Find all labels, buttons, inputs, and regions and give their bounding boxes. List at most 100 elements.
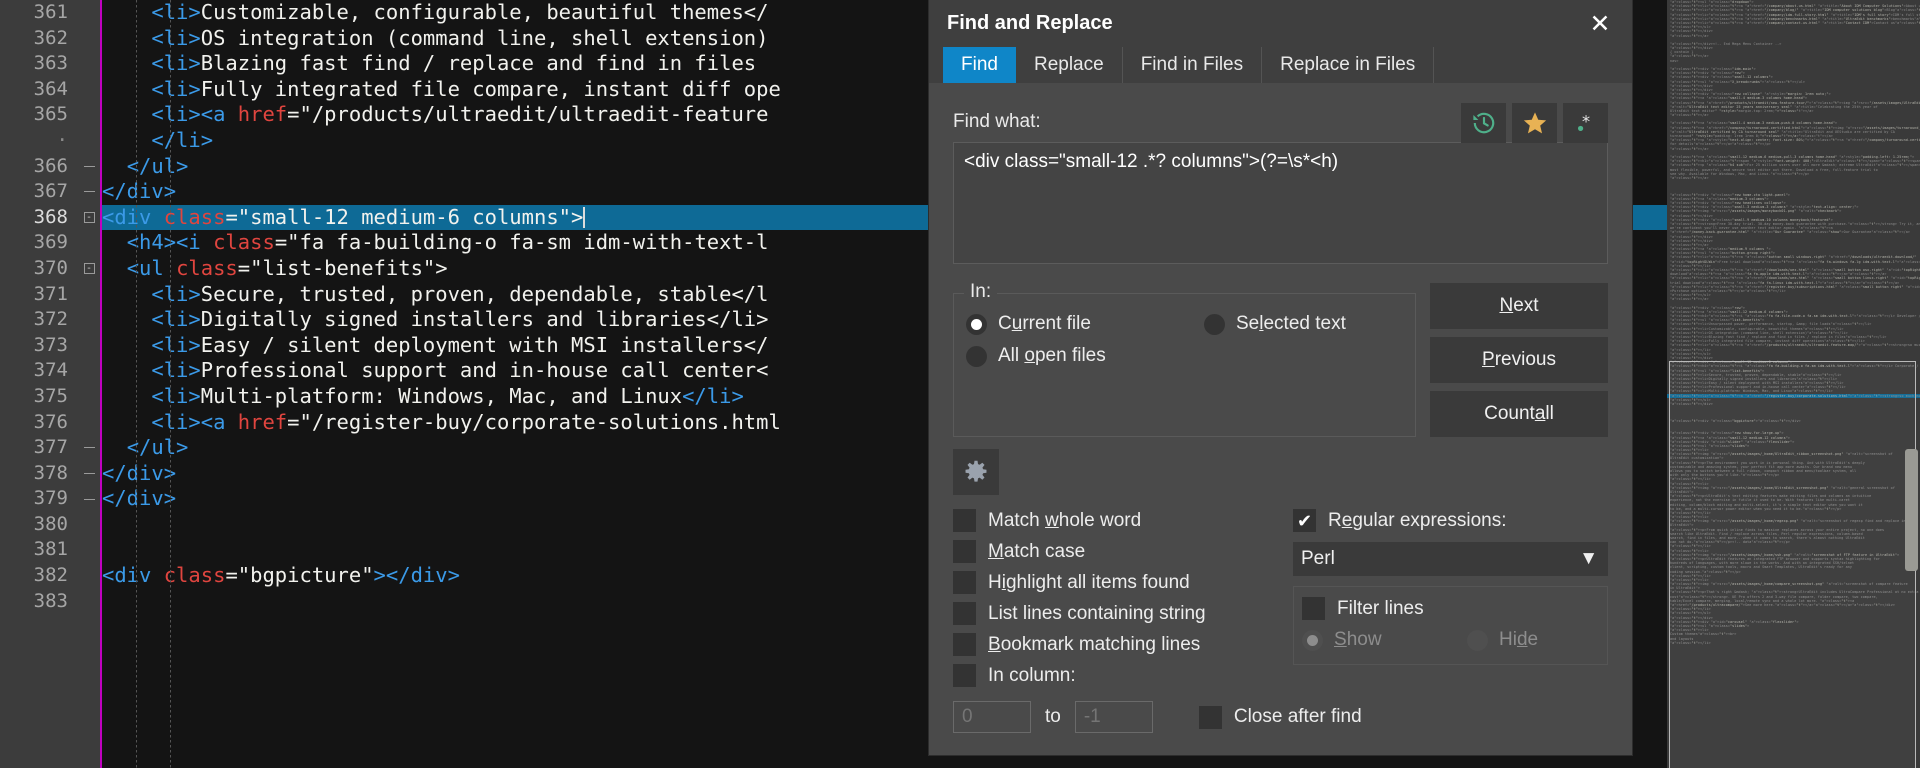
minimap-line: "a">class="t"><li>"a">class="t"><a "a">h… <box>1670 343 1920 348</box>
scope-selected-text-label: Selected text <box>1236 313 1346 334</box>
line-number: 362 <box>33 26 68 49</box>
line-number: 374 <box>33 359 68 382</box>
match-whole-word-row[interactable]: Match whole word <box>953 505 1283 536</box>
line-number: 368 <box>33 205 68 228</box>
fold-placeholder <box>78 537 100 563</box>
svg-text:∗: ∗ <box>1581 110 1591 128</box>
scope-current-file-label: Current file <box>998 313 1091 334</box>
scope-all-open-files-label: All open files <box>998 345 1106 366</box>
filter-hide[interactable]: Hide <box>1467 629 1538 651</box>
scope-all-open-files-radio[interactable] <box>966 345 987 367</box>
regular-expressions-label: Regular expressions: <box>1328 509 1507 531</box>
scope-row-2: All open files <box>966 340 1403 372</box>
code-folding-gutter[interactable]: -- <box>78 0 100 768</box>
highlight-all-items-found-checkbox[interactable] <box>953 571 976 594</box>
match-whole-word-checkbox[interactable] <box>953 509 976 532</box>
filter-hide-label: Hide <box>1499 629 1539 650</box>
dialog-title: Find and Replace <box>947 12 1113 34</box>
count-all-button[interactable]: Count a ll <box>1430 391 1608 437</box>
favorites-star-icon[interactable] <box>1512 103 1557 143</box>
line-number: 365 <box>33 103 68 126</box>
scope-radio-rows[interactable]: Current file Selected text All open files <box>966 308 1403 372</box>
regex-checkbox-row[interactable]: ✔ Regular expressions: <box>1293 505 1608 536</box>
scope-all-open-files[interactable]: All open files <box>966 345 1106 367</box>
find-and-replace-dialog: Find and Replace ✕ Find Replace Find in Fi… <box>929 0 1632 755</box>
fold-placeholder <box>78 26 100 52</box>
fold-toggle[interactable] <box>78 461 100 487</box>
fold-placeholder <box>78 307 100 333</box>
minimap-line: "a">class="t"><img "a">src="/assets/imag… <box>1670 582 1908 587</box>
list-lines-containing-string-row[interactable]: List lines containing string <box>953 598 1283 629</box>
minimap-line: "a">class="t"><img "a">src="/assets/imag… <box>1670 485 1895 490</box>
tab-replace-in-files[interactable]: Replace in Files <box>1262 47 1435 83</box>
bookmark-matching-lines-row[interactable]: Bookmark matching lines <box>953 629 1283 660</box>
scope-current-file-radio[interactable] <box>966 313 987 335</box>
close-after-find-row[interactable]: Close after find <box>1198 705 1362 729</box>
fold-placeholder <box>78 51 100 77</box>
action-button-column[interactable]: Next Previous Count a ll <box>1430 283 1608 437</box>
fold-toggle[interactable] <box>78 435 100 461</box>
previous-button[interactable]: Previous <box>1430 337 1608 383</box>
regex-engine-select[interactable]: Perl ▼ <box>1293 542 1608 576</box>
scope-row-1: Current file Selected text <box>966 308 1403 340</box>
scope-selected-text-radio[interactable] <box>1204 313 1225 335</box>
app-root: 361 362 363 364 365 · 366 367 368 369 370 371 372 373… <box>0 0 1920 768</box>
filter-lines-label: Filter lines <box>1337 597 1424 619</box>
highlight-all-items-found-row[interactable]: Highlight all items found <box>953 567 1283 598</box>
filter-mode-radios[interactable]: Show Hide <box>1302 624 1599 656</box>
regex-icon[interactable]: ∗ <box>1563 103 1608 143</box>
match-case-checkbox[interactable] <box>953 540 976 563</box>
tab-replace[interactable]: Replace <box>1016 47 1123 83</box>
fold-placeholder <box>78 128 100 154</box>
fold-toggle[interactable]: - <box>78 205 100 231</box>
search-input[interactable] <box>953 142 1608 264</box>
close-icon[interactable]: ✕ <box>1576 6 1624 42</box>
fold-placeholder <box>78 358 100 384</box>
filter-show-radio[interactable] <box>1302 629 1323 651</box>
filter-lines-checkbox[interactable] <box>1302 597 1325 620</box>
regex-engine-value: Perl <box>1301 548 1335 569</box>
dialog-tab-bar[interactable]: Find Replace Find in Files Replace in Files <box>929 47 1632 83</box>
line-number: 378 <box>33 461 68 484</box>
left-options-column[interactable]: Match whole word Match case Highlight all … <box>953 505 1283 691</box>
line-number: 367 <box>33 180 68 203</box>
fold-toggle[interactable] <box>78 154 100 180</box>
next-button[interactable]: Next <box>1430 283 1608 329</box>
column-from-input[interactable] <box>953 701 1031 733</box>
scope-current-file[interactable]: Current file <box>966 313 1204 335</box>
line-number: 372 <box>33 308 68 331</box>
bookmark-matching-lines-checkbox[interactable] <box>953 633 976 656</box>
in-column-row[interactable]: In column: <box>953 660 1283 691</box>
tab-find[interactable]: Find <box>943 47 1016 83</box>
minimap-line: "a">class="t"></li> <box>1670 640 1711 645</box>
line-number: 371 <box>33 282 68 305</box>
tab-find-in-files[interactable]: Find in Files <box>1123 47 1263 83</box>
line-number: 364 <box>33 77 68 100</box>
fold-toggle[interactable] <box>78 179 100 205</box>
match-case-row[interactable]: Match case <box>953 536 1283 567</box>
fold-toggle[interactable]: - <box>78 256 100 282</box>
filter-lines-row[interactable]: Filter lines <box>1302 593 1599 624</box>
in-column-checkbox[interactable] <box>953 664 976 687</box>
match-whole-word-label: Match whole word <box>988 509 1142 531</box>
minimap-line: "a">href="/money-back-guarantee.html" "a… <box>1670 230 1911 235</box>
minimap-scrollbar-thumb[interactable] <box>1905 449 1918 571</box>
list-lines-containing-string-label: List lines containing string <box>988 602 1206 624</box>
close-after-find-checkbox[interactable] <box>1198 705 1222 729</box>
gear-icon[interactable] <box>953 449 999 495</box>
regular-expressions-checkbox[interactable]: ✔ <box>1293 509 1316 532</box>
fold-placeholder <box>78 512 100 538</box>
scope-selected-text[interactable]: Selected text <box>1204 313 1346 335</box>
in-column-label: In column: <box>988 664 1076 686</box>
minimap-line: "a">class="t"><p "a">class="h4 sub">For … <box>1670 163 1920 168</box>
column-to-input[interactable] <box>1074 701 1153 733</box>
filter-show[interactable]: Show <box>1302 629 1467 651</box>
chevron-down-icon: ▼ <box>1579 548 1598 569</box>
column-range-row: to Close after find <box>953 701 1608 733</box>
fold-toggle[interactable] <box>78 486 100 512</box>
line-number: 376 <box>33 410 68 433</box>
history-icon[interactable] <box>1461 103 1506 143</box>
list-lines-containing-string-checkbox[interactable] <box>953 602 976 625</box>
filter-hide-radio[interactable] <box>1467 629 1488 651</box>
minimap[interactable]: "a">class="t"><ul "a">class="dropdown"> … <box>1667 0 1920 768</box>
